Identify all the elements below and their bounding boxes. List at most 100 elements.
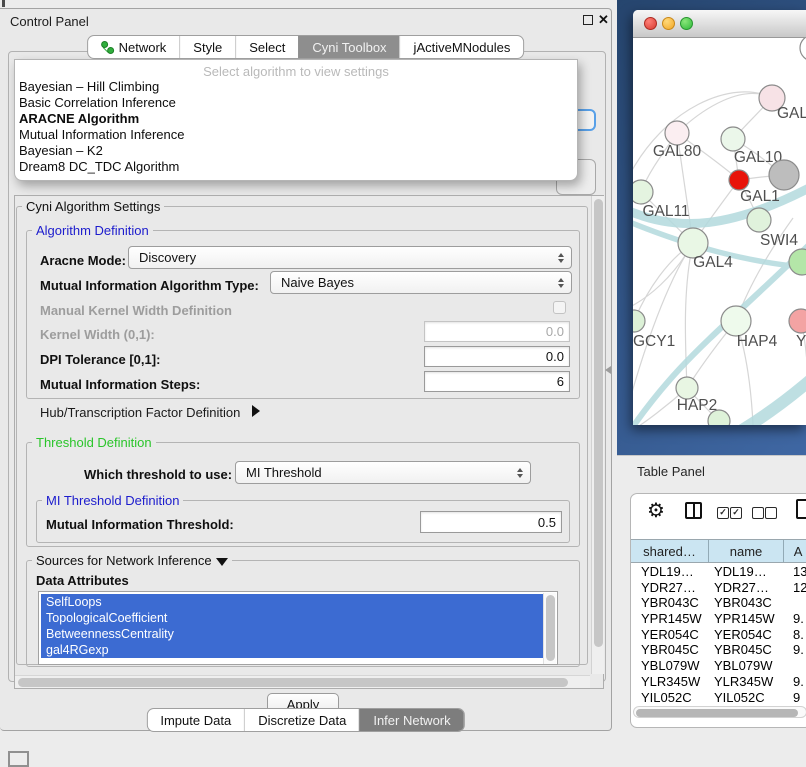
network-node[interactable] [769, 160, 799, 190]
network-node[interactable] [800, 38, 806, 61]
algorithm-option-mutual-information-inference[interactable]: Mutual Information Inference [15, 127, 577, 143]
table-row[interactable]: YIL052CYIL052C9 [631, 690, 806, 705]
attributes-list[interactable]: SelfLoopsTopologicalCoefficientBetweenne… [38, 591, 558, 665]
columns-icon[interactable] [685, 502, 702, 519]
hub-definition-toggle[interactable]: Hub/Transcription Factor Definition [40, 405, 260, 420]
tab-select[interactable]: Select [235, 36, 298, 58]
table-cell: YIL052C [631, 690, 712, 705]
algorithm-option-basic-correlation-inference[interactable]: Basic Correlation Inference [15, 95, 577, 111]
panel-collapse-arrow[interactable] [605, 366, 611, 374]
network-node-gal1[interactable] [729, 170, 749, 190]
checked-checkbox-icon[interactable]: ✓ [730, 507, 742, 519]
network-node-label: GAL4 [693, 254, 733, 271]
unchecked-checkbox-icon[interactable] [765, 507, 777, 519]
minimize-traffic-light-icon[interactable] [662, 17, 675, 30]
network-node-label: GAL80 [653, 143, 702, 160]
network-node-gal10[interactable] [721, 127, 745, 151]
attribute-item-gal4rgexp[interactable]: gal4RGexp [41, 642, 543, 658]
sources-legend-label: Sources for Network Inference [36, 553, 212, 568]
table-cell: YER054C [631, 627, 712, 643]
network-node-y[interactable] [789, 309, 806, 333]
table-row[interactable]: YLR345WYLR345W9. [631, 674, 806, 690]
table-column-header[interactable]: A [784, 540, 806, 562]
network-node[interactable] [789, 249, 806, 275]
checked-checkbox-icon[interactable]: ✓ [717, 507, 729, 519]
network-node-swi4[interactable] [747, 208, 771, 232]
table-cell [790, 595, 806, 611]
mi-threshold-input[interactable]: 0.5 [420, 511, 562, 533]
scrollbar-thumb[interactable] [18, 678, 568, 687]
tab-style[interactable]: Style [179, 36, 235, 58]
attribute-item-betweennesscentrality[interactable]: BetweennessCentrality [41, 626, 543, 642]
network-node-hap4[interactable] [721, 306, 751, 336]
algorithm-option-aracne-algorithm[interactable]: ARACNE Algorithm [15, 111, 577, 127]
bottom-tab-impute-data[interactable]: Impute Data [147, 709, 244, 731]
bottom-tab-discretize-data[interactable]: Discretize Data [244, 709, 359, 731]
network-node-gal11[interactable] [633, 180, 653, 204]
close-traffic-light-icon[interactable] [644, 17, 657, 30]
control-panel-window: Control Panel ✕ Network Style Select Cyni T… [0, 8, 612, 731]
tab-label: Select [249, 40, 285, 55]
document-icon[interactable] [796, 499, 806, 519]
algorithm-option-bayesian-k2[interactable]: Bayesian – K2 [15, 143, 577, 159]
attribute-item-selfloops[interactable]: SelfLoops [41, 594, 543, 610]
aracne-mode-value: Discovery [139, 250, 196, 265]
window-titlebar[interactable] [633, 10, 806, 38]
unchecked-checkbox-icon[interactable] [752, 507, 764, 519]
bottom-left-partial-icon[interactable] [8, 751, 29, 767]
table-cell: 9 [790, 690, 806, 705]
scrollbar-thumb[interactable] [594, 199, 603, 647]
table-horizontal-scrollbar[interactable] [633, 706, 806, 718]
table-column-header[interactable]: shared… [631, 540, 709, 562]
window-edge-mark [2, 0, 5, 7]
vertical-scrollbar[interactable] [591, 196, 604, 674]
network-window[interactable]: GALGAL80GAL10GAL1GAL11SWI4GAL4GCY1HAP4YH… [633, 10, 806, 425]
tab-cyni-toolbox[interactable]: Cyni Toolbox [298, 36, 399, 58]
table-cell: YER054C [712, 627, 790, 643]
tab-jactivemnodules[interactable]: jActiveMNodules [400, 36, 524, 58]
network-node-gal80[interactable] [665, 121, 689, 145]
table-row[interactable]: YER054CYER054C8. [631, 627, 806, 643]
aracne-mode-select[interactable]: Discovery [128, 246, 572, 269]
manual-kernel-checkbox[interactable] [553, 301, 566, 314]
table-row[interactable]: YBR045CYBR045C9. [631, 642, 806, 658]
tab-label: Network [119, 40, 167, 55]
control-panel-title: Control Panel [10, 14, 89, 29]
gear-icon[interactable]: ⚙ [647, 498, 665, 523]
float-window-icon[interactable] [583, 15, 593, 25]
table-body: YDL19…YDL19…13YDR27…YDR27…12YBR043CYBR04… [631, 564, 806, 704]
network-node-label: HAP4 [737, 333, 778, 350]
network-canvas[interactable]: GALGAL80GAL10GAL1GAL11SWI4GAL4GCY1HAP4YH… [633, 38, 806, 425]
bottom-tab-infer-network[interactable]: Infer Network [359, 709, 463, 731]
scrollbar-thumb[interactable] [546, 595, 555, 661]
mi-threshold-legend: MI Threshold Definition [42, 493, 183, 508]
horizontal-scrollbar[interactable] [15, 675, 590, 688]
mi-steps-input[interactable]: 6 [424, 371, 570, 392]
network-node-gcy1[interactable] [633, 310, 645, 332]
table-column-header[interactable]: name [709, 540, 784, 562]
table-row[interactable]: YDR27…YDR27…12 [631, 580, 806, 596]
kernel-width-input[interactable]: 0.0 [424, 321, 570, 342]
network-node-hap2[interactable] [676, 377, 698, 399]
algorithm-option-bayesian-hill-climbing[interactable]: Bayesian – Hill Climbing [15, 79, 577, 95]
table-row[interactable]: YPR145WYPR145W9. [631, 611, 806, 627]
dpi-tolerance-input[interactable]: 0.0 [424, 346, 570, 367]
close-icon[interactable]: ✕ [598, 12, 609, 28]
table-panel-divider [617, 455, 806, 456]
aracne-mode-label: Aracne Mode: [40, 253, 126, 268]
algorithm-option-dream8-dc-tdc-algorithm[interactable]: Dream8 DC_TDC Algorithm [15, 159, 577, 175]
mi-type-select[interactable]: Naive Bayes [270, 271, 572, 294]
scrollbar-thumb[interactable] [636, 709, 798, 717]
table-row[interactable]: YBL079WYBL079W [631, 658, 806, 674]
table-row[interactable]: YBR043CYBR043C [631, 595, 806, 611]
table-row[interactable]: YDL19…YDL19…13 [631, 564, 806, 580]
table-cell: 9. [790, 611, 806, 627]
table-cell: YIL052C [712, 690, 790, 705]
attributes-list-scrollbar[interactable] [543, 593, 556, 664]
network-node-label: SWI4 [760, 232, 798, 249]
sources-legend[interactable]: Sources for Network Inference [32, 553, 232, 568]
attribute-item-topologicalcoefficient[interactable]: TopologicalCoefficient [41, 610, 543, 626]
tab-network[interactable]: Network [88, 36, 180, 58]
zoom-traffic-light-icon[interactable] [680, 17, 693, 30]
which-threshold-select[interactable]: MI Threshold [235, 461, 531, 484]
